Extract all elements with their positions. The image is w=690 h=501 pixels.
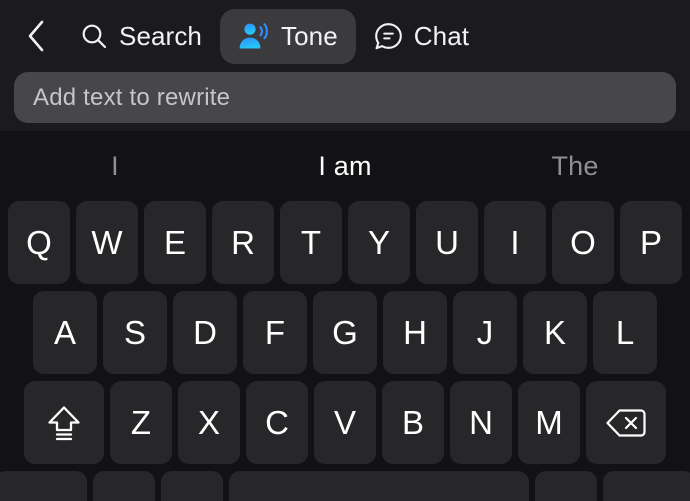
suggestion-item-3[interactable]: The [460, 151, 690, 182]
key-l[interactable]: L [593, 291, 657, 374]
rewrite-text-input[interactable]: Add text to rewrite [14, 72, 676, 123]
tab-search-label: Search [119, 20, 202, 51]
keyboard: Q W E R T Y U I O P A S D F G H J K L Z … [0, 201, 690, 501]
key-t[interactable]: T [280, 201, 342, 284]
key-d[interactable]: D [173, 291, 237, 374]
chevron-left-icon [25, 19, 47, 53]
suggestion-item-2[interactable]: I am [230, 151, 460, 182]
suggestion-strip: I I am The [0, 131, 690, 201]
suggestion-item-1[interactable]: I [0, 151, 230, 182]
key-j[interactable]: J [453, 291, 517, 374]
backspace-delete-icon [605, 407, 647, 439]
key-s[interactable]: S [103, 291, 167, 374]
key-space[interactable] [229, 471, 529, 501]
key-g[interactable]: G [313, 291, 377, 374]
toolbar: Search Tone Chat [0, 0, 690, 72]
key-emoji[interactable] [93, 471, 155, 501]
key-r[interactable]: R [212, 201, 274, 284]
chat-bubble-icon [374, 22, 403, 51]
search-icon [80, 22, 108, 50]
key-a[interactable]: A [33, 291, 97, 374]
keyboard-row-3: Z X C V B N M [1, 381, 689, 464]
key-c[interactable]: C [246, 381, 308, 464]
tab-tone-label: Tone [280, 20, 338, 51]
key-y[interactable]: Y [348, 201, 410, 284]
tab-search[interactable]: Search [62, 9, 220, 64]
tab-chat-label: Chat [413, 20, 470, 51]
key-x[interactable]: X [178, 381, 240, 464]
key-m[interactable]: M [518, 381, 580, 464]
back-button[interactable] [10, 10, 62, 62]
key-h[interactable]: H [383, 291, 447, 374]
key-p[interactable]: P [620, 201, 682, 284]
keyboard-row-4 [0, 471, 690, 501]
keyboard-tone-screen: Search Tone Chat Add text to rewrite I I… [0, 0, 690, 501]
tone-person-soundwave-icon [238, 21, 270, 51]
key-z[interactable]: Z [110, 381, 172, 464]
key-backspace[interactable] [586, 381, 666, 464]
key-enter[interactable] [603, 471, 690, 501]
tab-tone[interactable]: Tone [219, 8, 356, 64]
key-symbols[interactable] [0, 471, 87, 501]
key-period[interactable] [535, 471, 597, 501]
key-b[interactable]: B [382, 381, 444, 464]
key-u[interactable]: U [416, 201, 478, 284]
key-k[interactable]: K [523, 291, 587, 374]
key-q[interactable]: Q [8, 201, 70, 284]
key-i[interactable]: I [484, 201, 546, 284]
key-comma[interactable] [161, 471, 223, 501]
key-n[interactable]: N [450, 381, 512, 464]
rewrite-input-placeholder: Add text to rewrite [33, 83, 231, 111]
caps-lock-arrow-icon [46, 403, 82, 443]
keyboard-row-1: Q W E R T Y U I O P [1, 201, 689, 284]
key-o[interactable]: O [552, 201, 614, 284]
tab-chat[interactable]: Chat [356, 9, 487, 64]
key-e[interactable]: E [144, 201, 206, 284]
key-v[interactable]: V [314, 381, 376, 464]
keyboard-row-2: A S D F G H J K L [1, 291, 689, 374]
key-shift-capslock[interactable] [24, 381, 104, 464]
key-f[interactable]: F [243, 291, 307, 374]
header-zone: Search Tone Chat Add text to rewrite [0, 0, 690, 131]
key-w[interactable]: W [76, 201, 138, 284]
input-row: Add text to rewrite [0, 72, 690, 123]
